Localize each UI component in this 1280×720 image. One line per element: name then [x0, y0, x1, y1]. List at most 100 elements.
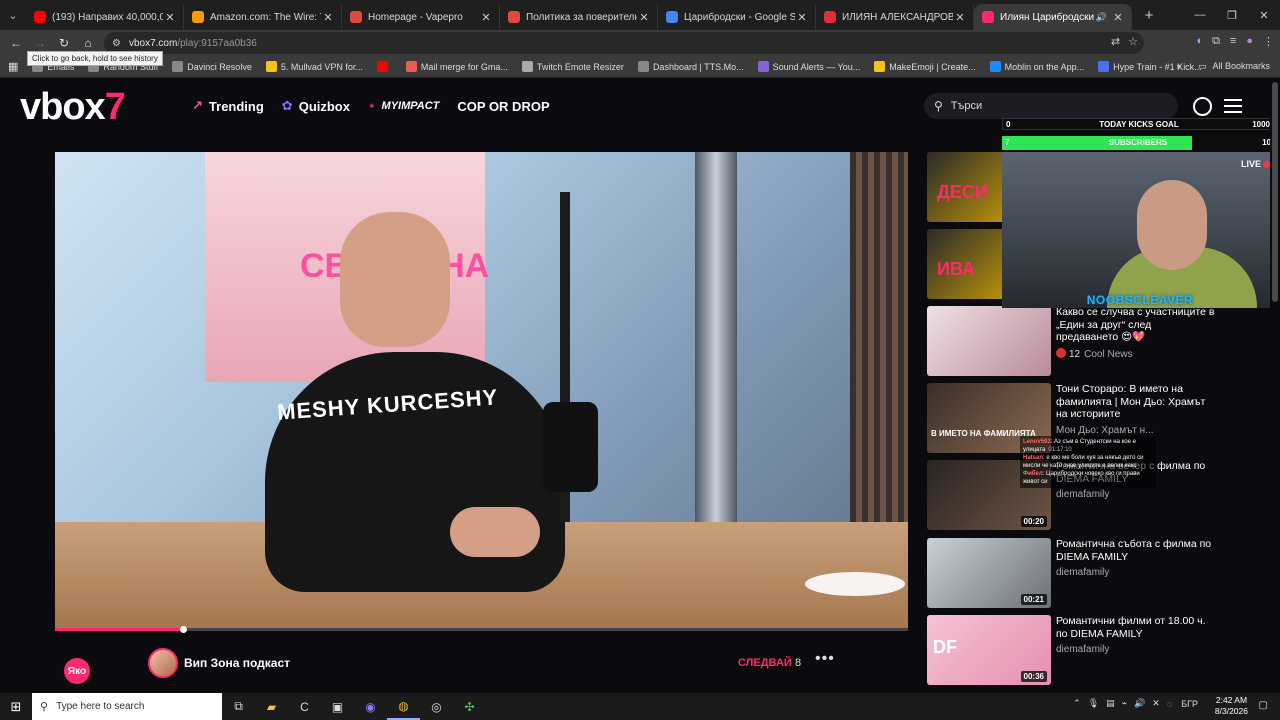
bookmark-item[interactable]: Davinci Resolve — [172, 61, 252, 72]
app-icon-c[interactable]: C — [288, 693, 321, 720]
nav-trending[interactable]: ↗ Trending — [192, 98, 264, 114]
bookmark-item[interactable]: Twitch Emote Resizer — [521, 61, 624, 72]
tab-search-button[interactable]: ⌄ — [0, 0, 26, 30]
tab-close-icon[interactable]: ✕ — [321, 11, 335, 24]
address-bar[interactable]: ⚙ vbox7.com /play:9157aa0b36 ⇄ ☆ — [104, 32, 1144, 54]
windows-start-icon[interactable]: ⊞ — [0, 693, 32, 720]
tab-close-icon[interactable]: ✕ — [1111, 11, 1125, 24]
vbox7-icon — [982, 11, 994, 23]
site-search-input[interactable]: ⚲ Търси — [924, 93, 1178, 119]
related-video-title[interactable]: Романтични филми от 18.00 ч. по DIEMA FA… — [1056, 615, 1216, 640]
tab-close-icon[interactable]: ✕ — [953, 11, 967, 24]
video-thumbnail[interactable]: 00:21 — [927, 538, 1051, 608]
app-icon-green[interactable]: ✣ — [453, 693, 486, 720]
related-video-source[interactable]: diemafamily — [1056, 489, 1109, 500]
translate-icon[interactable]: ⇄ — [1111, 35, 1120, 48]
search-icon: ⚲ — [934, 99, 943, 113]
hamburger-menu-icon[interactable] — [1224, 99, 1242, 113]
nav-cop-or-drop[interactable]: COP OR DROP — [457, 98, 549, 114]
browser-menu-icon[interactable]: ⋮ — [1263, 35, 1274, 48]
more-options-icon[interactable]: ••• — [815, 650, 835, 668]
related-video-item[interactable]: DF 00:36 Романтични филми от 18.00 ч. по D… — [927, 615, 1217, 685]
browser-tab-0[interactable]: (193) Направих 40,000,000 лева✕ — [26, 4, 184, 30]
discord-icon[interactable]: ◉ — [354, 693, 387, 720]
toolbar-icons: ◖ ⧉ ≡ ● ⋮ — [1195, 35, 1274, 48]
video-progress-handle[interactable] — [179, 626, 187, 633]
related-video-item[interactable]: Какво се случва с участниците в „Един за… — [927, 306, 1217, 376]
tray-icon-x[interactable]: ✕ — [1152, 698, 1160, 709]
bookmark-item[interactable]: MakeEmoji | Create... — [874, 61, 976, 72]
taskbar-clock[interactable]: 2:42 AM 8/3/2026 — [1215, 695, 1248, 717]
bookmark-item[interactable]: Mail merge for Gma... — [405, 61, 508, 72]
new-tab-button[interactable]: + — [1136, 7, 1162, 24]
related-video-title[interactable]: Тони Стораро: В името на фамилията | Мон… — [1056, 383, 1216, 421]
browser-tab-3[interactable]: Политика за поверителност и✕ — [500, 4, 658, 30]
channel-avatar[interactable] — [148, 648, 178, 678]
video-thumbnail[interactable] — [927, 306, 1051, 376]
related-video-source[interactable]: Мон Дьо: Храмът н... — [1056, 425, 1154, 436]
browser-tab-1[interactable]: Amazon.com: The Wire: The Co✕ — [184, 4, 342, 30]
bookmark-item[interactable]: Dashboard | TTS.Mo... — [637, 61, 744, 72]
apps-grid-icon[interactable]: ▦ — [8, 60, 18, 73]
all-bookmarks-button[interactable]: » ▭ All Bookmarks — [1176, 61, 1270, 72]
page-scrollbar[interactable] — [1270, 78, 1280, 693]
obs-icon[interactable]: ◎ — [420, 693, 453, 720]
file-explorer-icon[interactable]: ▰ — [255, 693, 288, 720]
related-video-source[interactable]: diemafamily — [1056, 644, 1109, 655]
channel-name[interactable]: Вип Зона подкаст — [184, 656, 290, 670]
video-player[interactable]: СВЕТЛАНА MESHY KURCESHY — [55, 152, 908, 630]
tab-close-icon[interactable]: ✕ — [637, 11, 651, 24]
bookmark-item[interactable]: Moblin on the App... — [989, 61, 1084, 72]
related-video-item[interactable]: 00:21 Романтична събота с филма по DIEMA … — [927, 538, 1217, 608]
related-video-title[interactable]: Романтична събота с филма по DIEMA FAMIL… — [1056, 538, 1216, 563]
network-icon[interactable]: ⌁ — [1122, 698, 1127, 709]
taskbar-search-input[interactable]: ⚲ Type here to search — [32, 693, 222, 720]
tab-audio-icon[interactable]: 🔊 — [1096, 12, 1107, 23]
extensions-puzzle-icon[interactable]: ⧉ — [1212, 35, 1220, 48]
related-video-title[interactable]: Какво се случва с участниците в „Един за… — [1056, 306, 1216, 344]
nav-quizbox[interactable]: ✿ Quizbox — [282, 98, 350, 114]
tray-icon-c[interactable]: ◌ — [1167, 699, 1172, 709]
tab-close-icon[interactable]: ✕ — [795, 11, 809, 24]
tray-chevron-icon[interactable]: ⌃ — [1073, 698, 1081, 709]
related-video-source[interactable]: diemafamily — [1056, 567, 1109, 578]
browser-tab-5[interactable]: ИЛИЯН АЛЕКСАНДРОВ ЦАРИ✕ — [816, 4, 974, 30]
task-view-icon[interactable]: ⧉ — [222, 693, 255, 720]
extension-icon[interactable]: ◖ — [1195, 35, 1202, 48]
video-thumbnail[interactable]: DF 00:36 — [927, 615, 1051, 685]
browser-tab-6[interactable]: Илиян Царибродски - ли🔊 ✕ — [974, 4, 1132, 30]
bookmark-item[interactable]: Sound Alerts — You... — [757, 61, 860, 72]
back-button[interactable]: ← — [4, 31, 28, 55]
bookmark-item[interactable]: 5. Mullvad VPN for... — [265, 61, 363, 72]
volume-icon[interactable]: 🔊 — [1134, 698, 1145, 709]
google-icon — [666, 11, 678, 23]
nav-myimpact[interactable]: ✶ MYIMPACT — [368, 98, 439, 114]
video-progress-bar[interactable] — [55, 626, 908, 633]
browser-tab-4[interactable]: Царибродски - Google Search✕ — [658, 4, 816, 30]
yako-logo[interactable]: Яко — [64, 658, 90, 684]
scrollbar-thumb[interactable] — [1272, 82, 1278, 302]
microphone-icon[interactable]: 🎙 — [1088, 698, 1099, 709]
follow-button[interactable]: СЛЕДВАЙ — [738, 657, 792, 669]
site-info-icon[interactable]: ⚙ — [112, 38, 121, 49]
profile-avatar-icon[interactable]: ● — [1246, 35, 1253, 48]
maximize-button[interactable]: ❐ — [1216, 0, 1248, 30]
media-icon[interactable]: ≡ — [1230, 35, 1236, 48]
bookmark-item[interactable] — [376, 61, 392, 72]
app-icon-box[interactable]: ▣ — [321, 693, 354, 720]
tab-close-icon[interactable]: ✕ — [479, 11, 493, 24]
related-video-source[interactable]: 12 Cool News — [1056, 347, 1132, 360]
tab-close-icon[interactable]: ✕ — [163, 11, 177, 24]
minimize-button[interactable]: — — [1184, 0, 1216, 30]
notifications-icon[interactable]: ▢ — [1259, 700, 1268, 711]
bookmark-star-icon[interactable]: ☆ — [1128, 35, 1138, 48]
close-window-button[interactable]: ✕ — [1248, 0, 1280, 30]
tray-app-icon[interactable]: ▤ — [1106, 698, 1115, 709]
chrome-icon[interactable]: ◍ — [387, 693, 420, 720]
bookmark-label: 5. Mullvad VPN for... — [280, 61, 363, 72]
vbox7-logo[interactable]: vbox7 — [20, 86, 126, 129]
browser-tab-2[interactable]: Homepage - Vapepro ✕ — [342, 4, 500, 30]
keyboard-language[interactable]: БГР — [1181, 699, 1198, 709]
user-account-icon[interactable] — [1193, 97, 1212, 116]
bookmark-favicon-icon — [376, 61, 388, 72]
